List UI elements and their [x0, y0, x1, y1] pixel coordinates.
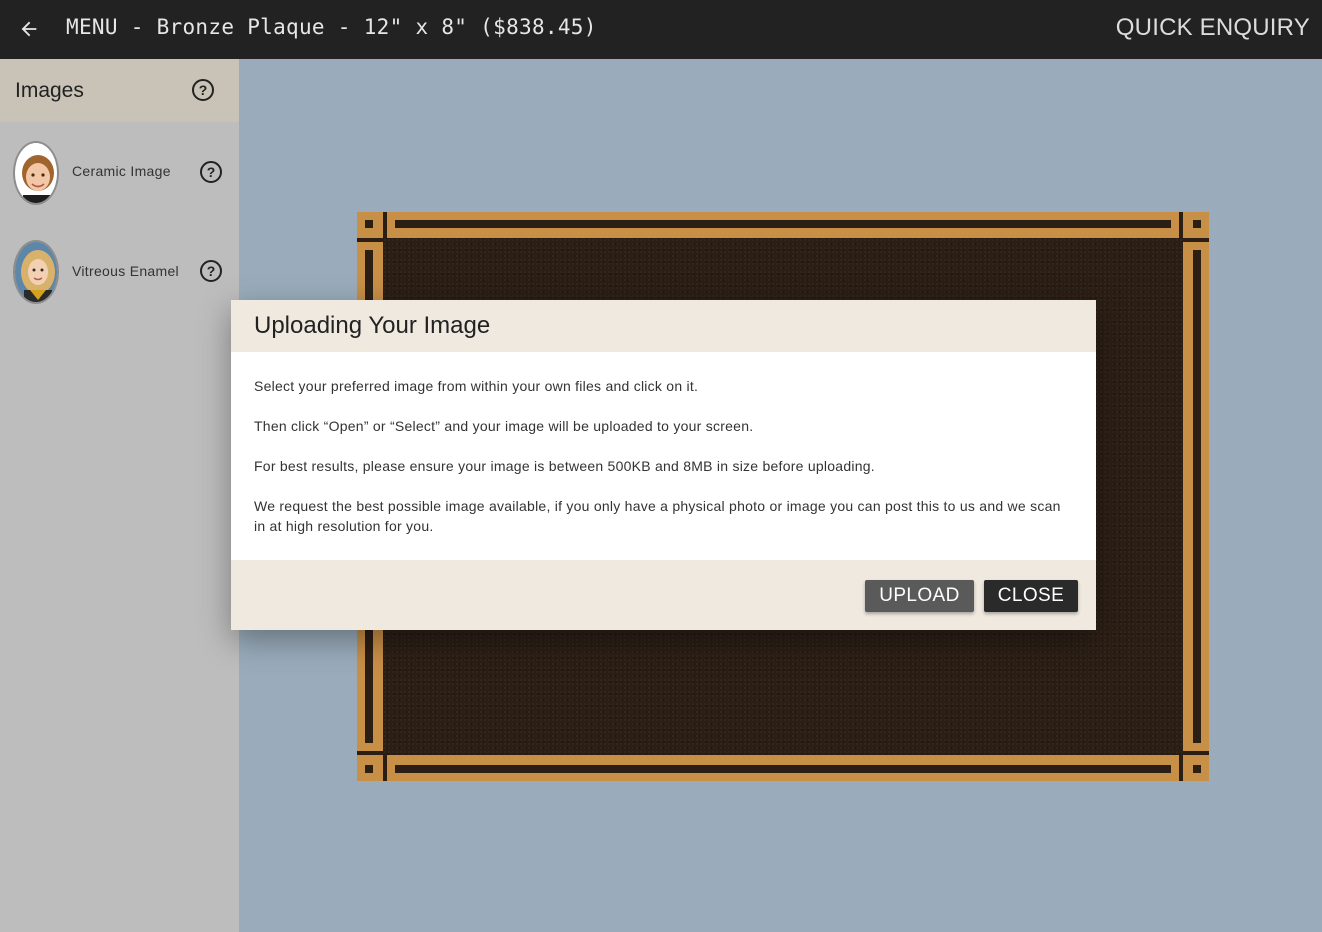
plaque-corner: [1193, 220, 1201, 228]
dialog-paragraph: For best results, please ensure your ima…: [254, 458, 875, 474]
help-icon[interactable]: ?: [200, 161, 222, 183]
plaque-corner: [365, 765, 373, 773]
upload-button[interactable]: UPLOAD: [865, 580, 974, 612]
sidebar-item-vitreous-enamel[interactable]: Vitreous Enamel ?: [0, 239, 239, 319]
sidebar-item-label: Vitreous Enamel: [72, 263, 179, 279]
plaque-corner: [1193, 765, 1201, 773]
plaque-border-line: [395, 765, 1171, 773]
sidebar-item-label: Ceramic Image: [72, 163, 171, 179]
sidebar-item-ceramic-image[interactable]: Ceramic Image ?: [0, 140, 239, 220]
back-button[interactable]: [14, 14, 44, 44]
plaque-border-line: [1179, 212, 1183, 238]
plaque-border-line: [1179, 755, 1183, 781]
help-icon[interactable]: ?: [192, 79, 214, 101]
sidebar: Images ? Ceramic Image ? Vitreous Enamel…: [0, 59, 239, 932]
plaque-border-line: [1183, 751, 1209, 755]
dialog-footer: UPLOAD CLOSE: [231, 560, 1096, 630]
dialog-body: Select your preferred image from within …: [254, 376, 1074, 556]
upload-dialog: Uploading Your Image Select your preferr…: [231, 300, 1096, 630]
plaque-corner: [365, 220, 373, 228]
sidebar-title: Images: [15, 79, 84, 102]
plaque-border-line: [395, 220, 1171, 228]
plaque-border-line: [1193, 250, 1201, 743]
dialog-paragraph: Select your preferred image from within …: [254, 378, 699, 394]
plaque-border-line: [383, 755, 387, 781]
sidebar-header: Images ?: [0, 59, 239, 122]
close-button[interactable]: CLOSE: [984, 580, 1078, 612]
dialog-header: Uploading Your Image: [231, 300, 1096, 352]
plaque-border-line: [357, 238, 383, 242]
dialog-title: Uploading Your Image: [254, 312, 491, 339]
quick-enquiry-button[interactable]: QUICK ENQUIRY: [1116, 14, 1310, 42]
arrow-left-icon: [21, 21, 37, 37]
plaque-border-line: [1183, 238, 1209, 242]
dialog-paragraph: We request the best possible image avail…: [254, 498, 1061, 534]
help-icon[interactable]: ?: [200, 260, 222, 282]
page-title: MENU - Bronze Plaque - 12" x 8" ($838.45…: [66, 15, 597, 39]
dialog-paragraph: Then click “Open” or “Select” and your i…: [254, 418, 754, 434]
ceramic-image-thumbnail: [13, 141, 59, 205]
plaque-border-line: [383, 212, 387, 238]
top-bar: MENU - Bronze Plaque - 12" x 8" ($838.45…: [0, 0, 1322, 59]
vitreous-enamel-thumbnail: [13, 240, 59, 304]
plaque-border-line: [357, 751, 383, 755]
